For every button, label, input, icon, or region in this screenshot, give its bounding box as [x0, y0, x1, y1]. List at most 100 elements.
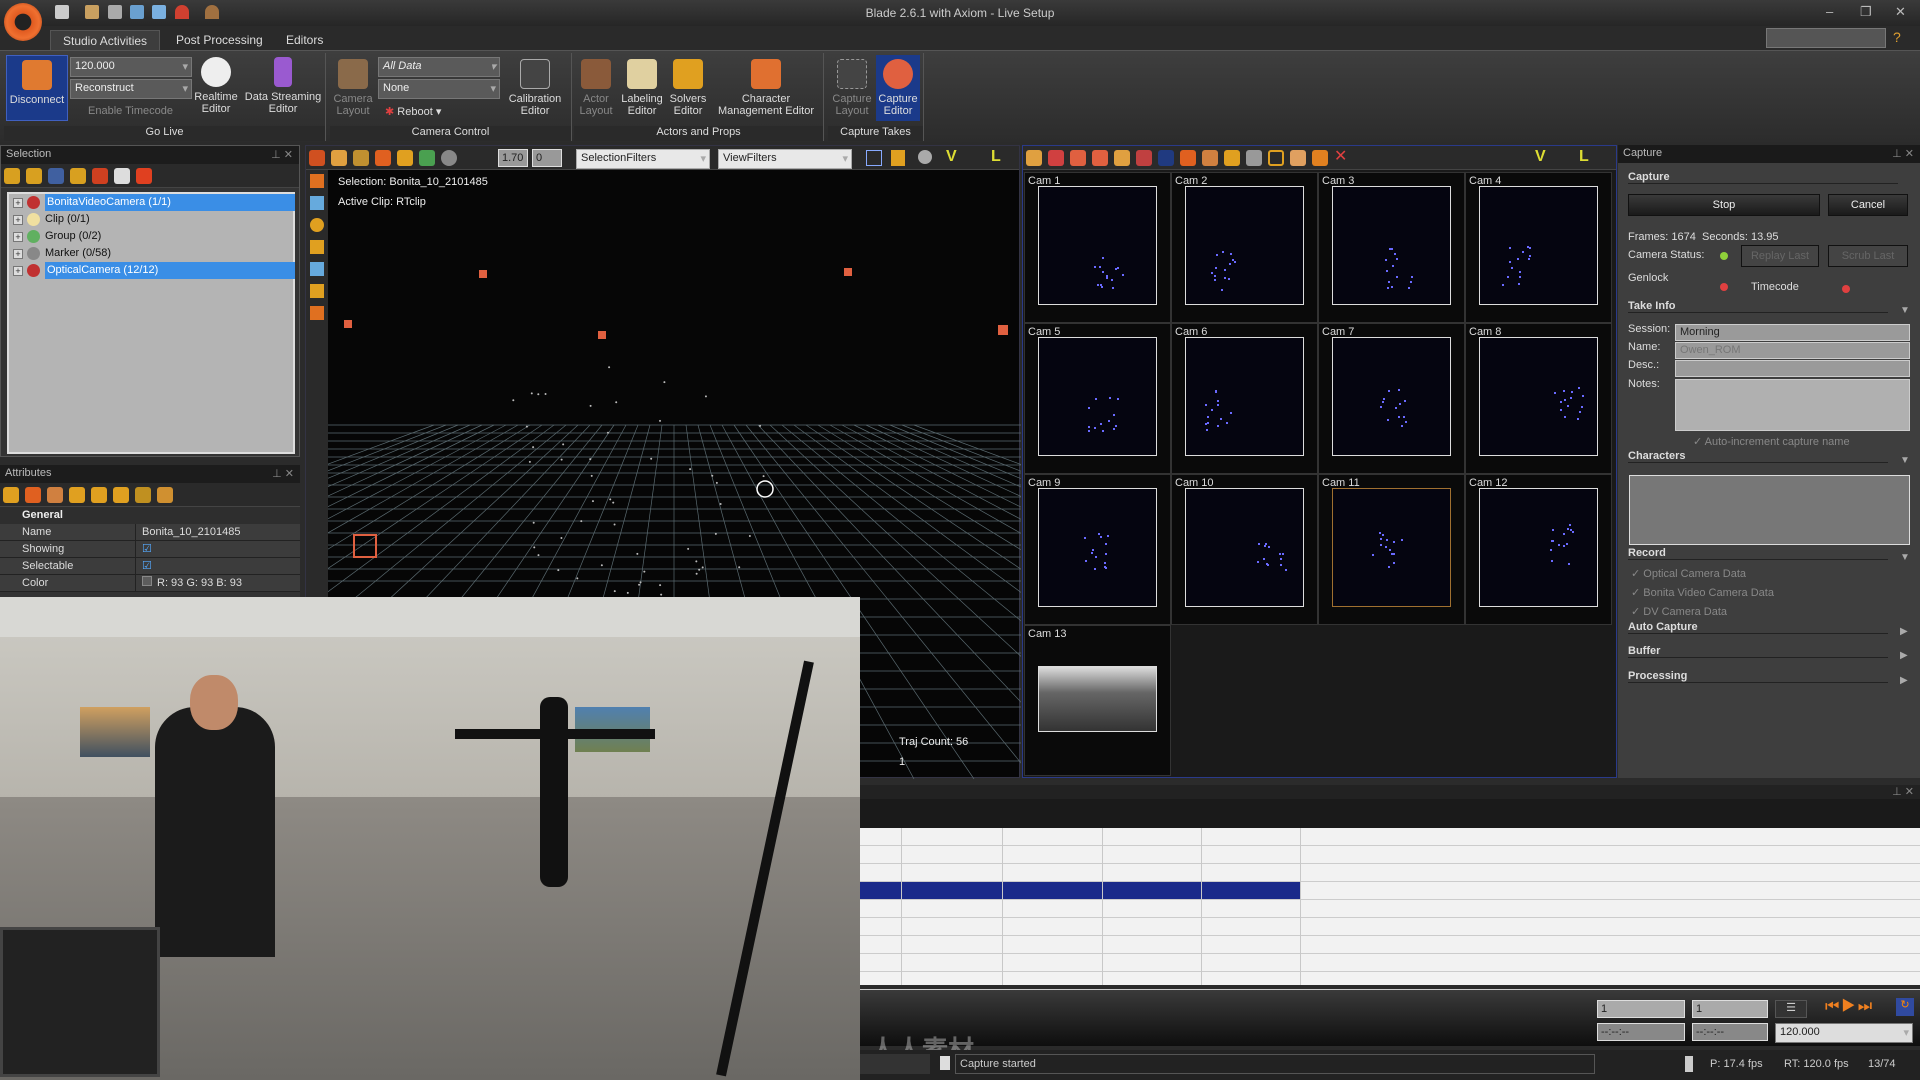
- cam-filter2-icon[interactable]: [1180, 150, 1196, 166]
- buffer-section[interactable]: Buffer: [1628, 645, 1888, 658]
- expand-icon[interactable]: +: [13, 232, 23, 242]
- go-start-icon[interactable]: ⏮: [1825, 998, 1841, 1015]
- cam-pin-icon[interactable]: [1114, 150, 1130, 166]
- tree-node-optical-camera[interactable]: + OpticalCamera (12/12): [9, 262, 295, 279]
- camera-view-10[interactable]: Cam 10: [1171, 474, 1318, 625]
- orbit-tool-icon[interactable]: [310, 262, 324, 276]
- characters-list[interactable]: [1629, 475, 1910, 545]
- timeline-row[interactable]: [860, 954, 1920, 972]
- selectable-checkbox[interactable]: ☑: [135, 558, 300, 574]
- expand-icon[interactable]: +: [13, 249, 23, 259]
- help-icon[interactable]: ?: [1893, 29, 1901, 45]
- data-streaming-editor-button[interactable]: Data Streaming Editor: [242, 57, 324, 115]
- camera-view-11[interactable]: Cam 11: [1318, 474, 1465, 625]
- grid-layout-icon[interactable]: [1224, 150, 1240, 166]
- general-section[interactable]: General: [0, 507, 300, 524]
- cam-tool3-icon[interactable]: [1070, 150, 1086, 166]
- selection-filters-combo[interactable]: SelectionFilters: [576, 149, 710, 169]
- app-logo[interactable]: [4, 3, 42, 41]
- copy-icon[interactable]: [397, 150, 413, 166]
- replay-last-button[interactable]: Replay Last: [1741, 245, 1819, 267]
- name-field[interactable]: Owen_ROM: [1675, 342, 1910, 359]
- points-icon[interactable]: [135, 487, 151, 503]
- capture-layout-button[interactable]: Capture Layout: [830, 59, 874, 117]
- capture-editor-button[interactable]: Capture Editor: [876, 55, 920, 121]
- timeline-row[interactable]: [860, 846, 1920, 864]
- attr-name-value[interactable]: Bonita_10_2101485: [135, 524, 300, 540]
- attr-filter-icon[interactable]: [3, 487, 19, 503]
- optical-camera-data-checkbox[interactable]: ✓ Optical Camera Data: [1631, 567, 1746, 580]
- auto-increment-checkbox[interactable]: ✓ Auto-increment capture name: [1693, 435, 1850, 448]
- tree-node-marker[interactable]: + Marker (0/58): [9, 245, 293, 262]
- sphere-icon[interactable]: [441, 150, 457, 166]
- v-menu-icon[interactable]: V: [946, 148, 957, 166]
- character-management-editor-button[interactable]: Character Management Editor: [712, 59, 820, 117]
- enable-timecode-button[interactable]: Enable Timecode: [88, 105, 173, 117]
- calibration-editor-button[interactable]: Calibration Editor: [502, 59, 568, 117]
- mode-combo[interactable]: Reconstruct: [70, 79, 192, 99]
- camera-view-4[interactable]: Cam 4: [1465, 172, 1612, 323]
- frame-icon[interactable]: [353, 150, 369, 166]
- camera-view-8[interactable]: Cam 8: [1465, 323, 1612, 474]
- prop-tool-icon[interactable]: [310, 306, 324, 320]
- histogram-icon[interactable]: [1136, 150, 1152, 166]
- pin-close-icons[interactable]: ⊥ ✕: [271, 148, 293, 161]
- expand-icon[interactable]: [70, 168, 86, 184]
- cam-filter3-icon[interactable]: [1202, 150, 1218, 166]
- save-as-icon[interactable]: [152, 5, 166, 19]
- playback-options-icon[interactable]: ☰: [1775, 1000, 1807, 1018]
- expand-icon[interactable]: +: [13, 215, 23, 225]
- l-menu-icon[interactable]: L: [991, 148, 1001, 166]
- scale-tool-icon[interactable]: [310, 240, 324, 254]
- cam-filter-icon[interactable]: [1158, 150, 1174, 166]
- search-input[interactable]: [1766, 28, 1886, 48]
- new-file-icon[interactable]: [55, 5, 69, 19]
- stack-icon[interactable]: [91, 487, 107, 503]
- axis-tool-icon[interactable]: [310, 196, 324, 210]
- timeline-row[interactable]: [860, 936, 1920, 954]
- expand-icon[interactable]: ▶: [1900, 675, 1908, 686]
- actor-layout-button[interactable]: Actor Layout: [576, 59, 616, 117]
- menu-icon[interactable]: [114, 168, 130, 184]
- desc-field[interactable]: [1675, 360, 1910, 377]
- expand-icon[interactable]: ▶: [1900, 626, 1908, 637]
- tab-post-processing[interactable]: Post Processing: [164, 30, 275, 50]
- expand-icon[interactable]: +: [13, 266, 23, 276]
- timeline-row[interactable]: [860, 900, 1920, 918]
- layers-icon[interactable]: [69, 487, 85, 503]
- timeline-row[interactable]: [860, 864, 1920, 882]
- redo-icon[interactable]: [205, 5, 219, 19]
- camera-view-13[interactable]: Cam 13: [1024, 625, 1171, 776]
- characters-section[interactable]: Characters: [1628, 450, 1888, 463]
- scrub-last-button[interactable]: Scrub Last: [1828, 245, 1908, 267]
- close-button[interactable]: ✕: [1895, 4, 1906, 20]
- loop-icon[interactable]: ↻: [1896, 998, 1914, 1016]
- timeline-row[interactable]: [860, 918, 1920, 936]
- notes-field[interactable]: [1675, 379, 1910, 431]
- timeline-row[interactable]: [860, 882, 1920, 900]
- hierarchy-icon[interactable]: [26, 168, 42, 184]
- lock-icon[interactable]: [891, 150, 905, 166]
- frame-view-icon[interactable]: [866, 150, 882, 166]
- tree-node-clip[interactable]: + Clip (0/1): [9, 211, 293, 228]
- timeline-row[interactable]: [860, 972, 1920, 990]
- expand-icon[interactable]: ▶: [1900, 650, 1908, 661]
- attr-filter3-icon[interactable]: [47, 487, 63, 503]
- tc-end-field[interactable]: --:--:--: [1692, 1023, 1768, 1041]
- collapse-icon[interactable]: ▼: [1900, 552, 1910, 563]
- eraser-icon[interactable]: [1290, 150, 1306, 166]
- select-tool-icon[interactable]: [309, 150, 325, 166]
- labeling-editor-button[interactable]: Labeling Editor: [618, 59, 666, 117]
- restore-button[interactable]: ❐: [1860, 4, 1872, 20]
- import-icon[interactable]: [113, 487, 129, 503]
- reboot-button[interactable]: ✱ Reboot ▾: [385, 105, 441, 118]
- camera-layout-button[interactable]: Camera Layout: [332, 59, 374, 117]
- tc-start-field[interactable]: --:--:--: [1597, 1023, 1685, 1041]
- color-value[interactable]: R: 93 G: 93 B: 93: [135, 575, 300, 591]
- tree-view-icon[interactable]: [4, 168, 20, 184]
- brush-icon[interactable]: [1246, 150, 1262, 166]
- cam-tool2-icon[interactable]: [1048, 150, 1064, 166]
- camera-view-3[interactable]: Cam 3: [1318, 172, 1465, 323]
- go-end-icon[interactable]: ⏭: [1858, 998, 1874, 1015]
- bonita-video-camera-data-checkbox[interactable]: ✓ Bonita Video Camera Data: [1631, 586, 1774, 599]
